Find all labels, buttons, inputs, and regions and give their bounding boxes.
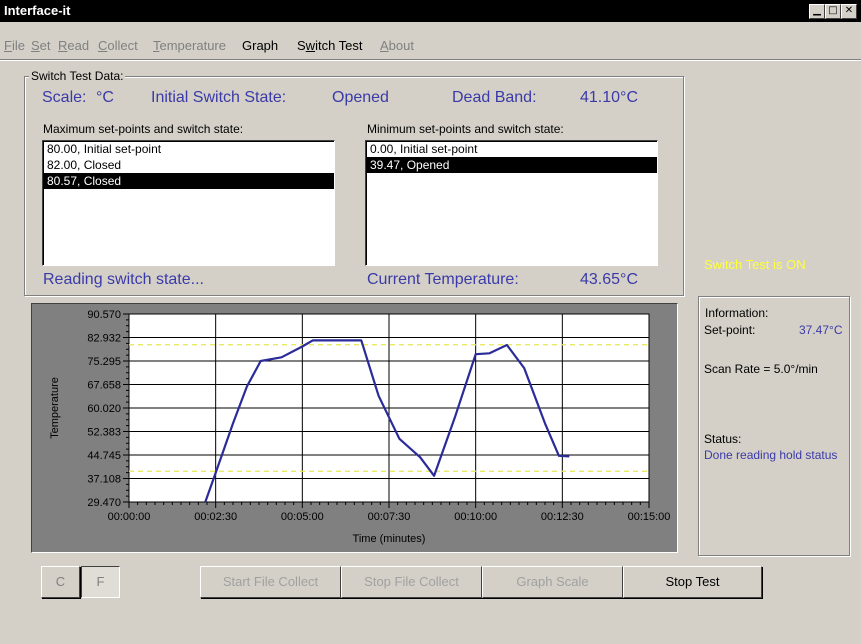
- max-setpoints-label: Maximum set-points and switch state:: [43, 122, 244, 136]
- setpoint-value: 37.47°C: [799, 323, 843, 337]
- min-setpoint-item[interactable]: 0.00, Initial set-point: [366, 141, 657, 157]
- graph-scale-button[interactable]: Graph Scale: [482, 566, 623, 598]
- y-tick-label: 52.383: [87, 427, 121, 439]
- min-setpoints-list[interactable]: 0.00, Initial set-point 39.47, Opened: [365, 140, 658, 266]
- y-tick-label: 67.658: [87, 380, 121, 392]
- maximize-button[interactable]: □: [825, 4, 841, 19]
- x-tick-label: 00:00:00: [108, 511, 151, 523]
- menu-item-read[interactable]: Read: [58, 38, 89, 53]
- x-tick-label: 00:10:00: [454, 511, 497, 523]
- max-setpoint-item[interactable]: 80.57, Closed: [43, 173, 334, 189]
- close-button[interactable]: ✕: [841, 4, 857, 19]
- menu-item-set[interactable]: Set: [31, 38, 51, 53]
- max-setpoint-item[interactable]: 80.00, Initial set-point: [43, 141, 334, 157]
- maximize-icon: □: [828, 5, 838, 16]
- setpoint-label: Set-point:: [704, 323, 756, 337]
- start-file-collect-button[interactable]: Start File Collect: [200, 566, 341, 598]
- minimize-icon: ▁: [813, 5, 821, 16]
- menu-item-file[interactable]: File: [4, 38, 25, 53]
- x-tick-label: 00:15:00: [628, 511, 671, 523]
- menu-item-temperature[interactable]: Temperature: [153, 38, 226, 53]
- min-setpoint-item[interactable]: 39.47, Opened: [366, 157, 657, 173]
- switch-status-text: Reading switch state...: [43, 271, 204, 288]
- close-icon: ✕: [844, 5, 854, 16]
- menu-item-collect[interactable]: Collect: [98, 38, 138, 53]
- current-temp-label: Current Temperature:: [367, 271, 519, 288]
- minimize-button[interactable]: ▁: [809, 4, 825, 19]
- y-tick-label: 82.932: [87, 333, 121, 345]
- dead-band-value: 41.10°C: [580, 89, 638, 106]
- fahrenheit-button[interactable]: F: [81, 566, 120, 598]
- menu-divider: [0, 59, 861, 61]
- menu-item-about[interactable]: About: [380, 38, 414, 53]
- x-tick-label: 00:02:30: [194, 511, 237, 523]
- switch-test-on-indicator: Switch Test is ON: [704, 257, 806, 272]
- x-tick-label: 00:07:30: [368, 511, 411, 523]
- status-value: Done reading hold status: [704, 448, 838, 462]
- title-bar: [0, 0, 861, 22]
- y-tick-label: 29.470: [87, 497, 121, 509]
- initial-state-label: Initial Switch State:: [151, 89, 287, 106]
- max-setpoint-item[interactable]: 82.00, Closed: [43, 157, 334, 173]
- scale-label: Scale:: [42, 89, 87, 106]
- scan-rate-text: Scan Rate = 5.0°/min: [704, 362, 818, 376]
- temperature-chart: 29.470 37.108 44.745 52.383 60.020 67.658 75.2…: [31, 303, 678, 553]
- min-setpoints-label: Minimum set-points and switch state:: [367, 122, 564, 136]
- initial-state-value: Opened: [332, 89, 389, 106]
- y-tick-label: 44.745: [87, 450, 121, 462]
- status-label: Status:: [704, 432, 742, 446]
- y-tick-label: 37.108: [87, 474, 121, 486]
- celsius-button[interactable]: C: [41, 566, 80, 598]
- stop-test-button[interactable]: Stop Test: [623, 566, 762, 598]
- current-temp-value: 43.65°C: [580, 271, 638, 288]
- x-tick-label: 00:05:00: [281, 511, 324, 523]
- y-axis-label: Temperature: [49, 377, 61, 439]
- switch-test-group-label: Switch Test Data:: [29, 69, 126, 83]
- max-setpoints-list[interactable]: 80.00, Initial set-point 82.00, Closed 80.…: [42, 140, 335, 266]
- dead-band-label: Dead Band:: [452, 89, 537, 106]
- x-tick-label: 00:12:30: [541, 511, 584, 523]
- scale-value: °C: [96, 89, 114, 106]
- y-tick-label: 90.570: [87, 309, 121, 321]
- x-axis-label: Time (minutes): [353, 533, 426, 545]
- information-group-label: Information:: [703, 306, 771, 320]
- stop-file-collect-button[interactable]: Stop File Collect: [341, 566, 482, 598]
- menu-item-switch-test[interactable]: Switch Test: [297, 38, 363, 53]
- chart-svg: 29.470 37.108 44.745 52.383 60.020 67.658 75.2…: [49, 309, 671, 545]
- window-title: Interface-it: [4, 3, 71, 18]
- y-tick-label: 75.295: [87, 356, 121, 368]
- y-tick-label: 60.020: [87, 403, 121, 415]
- menu-item-graph[interactable]: Graph: [242, 38, 278, 53]
